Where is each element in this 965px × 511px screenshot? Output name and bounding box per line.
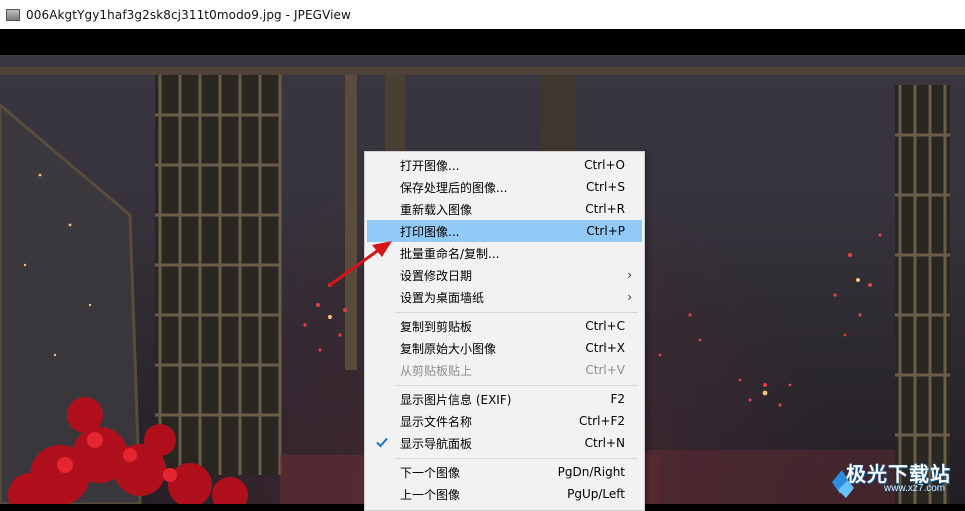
menu-item-label: 设置修改日期 — [400, 268, 473, 283]
red-pointer-arrow-icon — [328, 241, 392, 287]
menu-item-label: 从剪贴板贴上 — [400, 363, 473, 378]
menu-item-label: 下一个图像 — [400, 465, 461, 480]
menu-item-copy-to-clipboard[interactable]: 复制到剪贴板 Ctrl+C — [367, 315, 642, 337]
menu-item-label: 批量重命名/复制... — [400, 246, 500, 261]
context-menu: 打开图像... Ctrl+O 保存处理后的图像... Ctrl+S 重新载入图像… — [364, 151, 645, 511]
menu-item-shortcut: F2 — [610, 392, 625, 406]
menu-separator — [395, 385, 638, 386]
menu-item-label: 重新载入图像 — [400, 202, 473, 217]
menu-item-batch-rename-copy[interactable]: 批量重命名/复制... — [367, 242, 642, 264]
menu-item-label: 保存处理后的图像... — [400, 180, 508, 195]
menu-item-open-image[interactable]: 打开图像... Ctrl+O — [367, 154, 642, 176]
checkmark-icon — [376, 437, 388, 448]
menu-item-shortcut: Ctrl+P — [586, 224, 625, 238]
menu-item-shortcut: Ctrl+F2 — [579, 414, 625, 428]
menu-item-label: 显示文件名称 — [400, 414, 473, 429]
menu-item-shortcut: Ctrl+V — [585, 363, 625, 377]
menu-item-label: 复制原始大小图像 — [400, 341, 497, 356]
submenu-arrow-icon: › — [627, 268, 632, 282]
menu-item-label: 显示图片信息 (EXIF) — [400, 392, 512, 407]
menu-item-shortcut: Ctrl+S — [585, 180, 625, 194]
title-bar: 006AkgtYgy1haf3g2sk8cj311t0modo9.jpg - J… — [0, 0, 965, 30]
jpegview-app-icon — [6, 8, 20, 21]
menu-item-label: 打印图像... — [400, 224, 460, 239]
menu-item-shortcut: Ctrl+O — [584, 158, 625, 172]
menu-item-shortcut: PgUp/Left — [567, 487, 625, 501]
menu-item-print-image[interactable]: 打印图像... Ctrl+P — [367, 220, 642, 242]
menu-item-label: 显示导航面板 — [400, 436, 473, 451]
window-title: 006AkgtYgy1haf3g2sk8cj311t0modo9.jpg - J… — [26, 7, 351, 22]
menu-item-set-modified-date[interactable]: 设置修改日期 › — [367, 264, 642, 286]
menu-item-shortcut: Ctrl+R — [585, 202, 625, 216]
menu-item-label: 设置为桌面墙纸 — [400, 290, 485, 305]
menu-item-label: 上一个图像 — [400, 487, 461, 502]
menu-item-label: 打开图像... — [400, 158, 460, 173]
menu-item-shortcut: Ctrl+X — [585, 341, 625, 355]
menu-item-show-exif[interactable]: 显示图片信息 (EXIF) F2 — [367, 388, 642, 410]
menu-item-copy-original-size[interactable]: 复制原始大小图像 Ctrl+X — [367, 337, 642, 359]
submenu-arrow-icon: › — [627, 290, 632, 304]
menu-item-set-as-wallpaper[interactable]: 设置为桌面墙纸 › — [367, 286, 642, 308]
menu-item-show-filename[interactable]: 显示文件名称 Ctrl+F2 — [367, 410, 642, 432]
menu-separator — [395, 458, 638, 459]
menu-item-shortcut: Ctrl+N — [584, 436, 625, 450]
menu-item-show-nav-panel[interactable]: 显示导航面板 Ctrl+N — [367, 432, 642, 454]
menu-item-shortcut: PgDn/Right — [557, 465, 625, 479]
watermark-url: www.xz7.com — [884, 483, 946, 494]
menu-item-previous-image[interactable]: 上一个图像 PgUp/Left — [367, 483, 642, 505]
menu-item-save-processed-image[interactable]: 保存处理后的图像... Ctrl+S — [367, 176, 642, 198]
menu-item-next-image[interactable]: 下一个图像 PgDn/Right — [367, 461, 642, 483]
menu-separator — [395, 312, 638, 313]
menu-item-paste-from-clipboard[interactable]: 从剪贴板贴上 Ctrl+V — [367, 359, 642, 381]
menu-item-shortcut: Ctrl+C — [585, 319, 625, 333]
menu-item-label: 复制到剪贴板 — [400, 319, 473, 334]
menu-item-reload-image[interactable]: 重新载入图像 Ctrl+R — [367, 198, 642, 220]
